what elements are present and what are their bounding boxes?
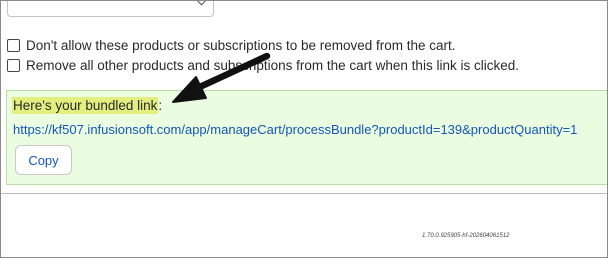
chevron-down-icon xyxy=(196,1,207,6)
remove-others-checkbox[interactable] xyxy=(7,58,20,72)
product-select-dropdown[interactable] xyxy=(7,1,214,17)
bundled-link-label: Here's your bundled link xyxy=(12,97,159,114)
version-string: 1.70.0.925905-hf-202604061512 xyxy=(422,233,510,239)
bundled-link-heading: Here's your bundled link: xyxy=(12,97,163,114)
no-remove-checkbox[interactable] xyxy=(7,38,20,52)
bundled-link-colon: : xyxy=(158,98,163,113)
bundled-link-panel: Here's your bundled link: https://kf507.… xyxy=(6,90,607,185)
copy-button[interactable]: Copy xyxy=(15,145,72,175)
bundled-link-url[interactable]: https://kf507.infusionsoft.com/app/manag… xyxy=(13,122,577,137)
arrow-pointer-icon xyxy=(172,52,271,103)
section-divider xyxy=(1,193,607,194)
window-frame: Don't allow these products or subscripti… xyxy=(0,0,608,258)
